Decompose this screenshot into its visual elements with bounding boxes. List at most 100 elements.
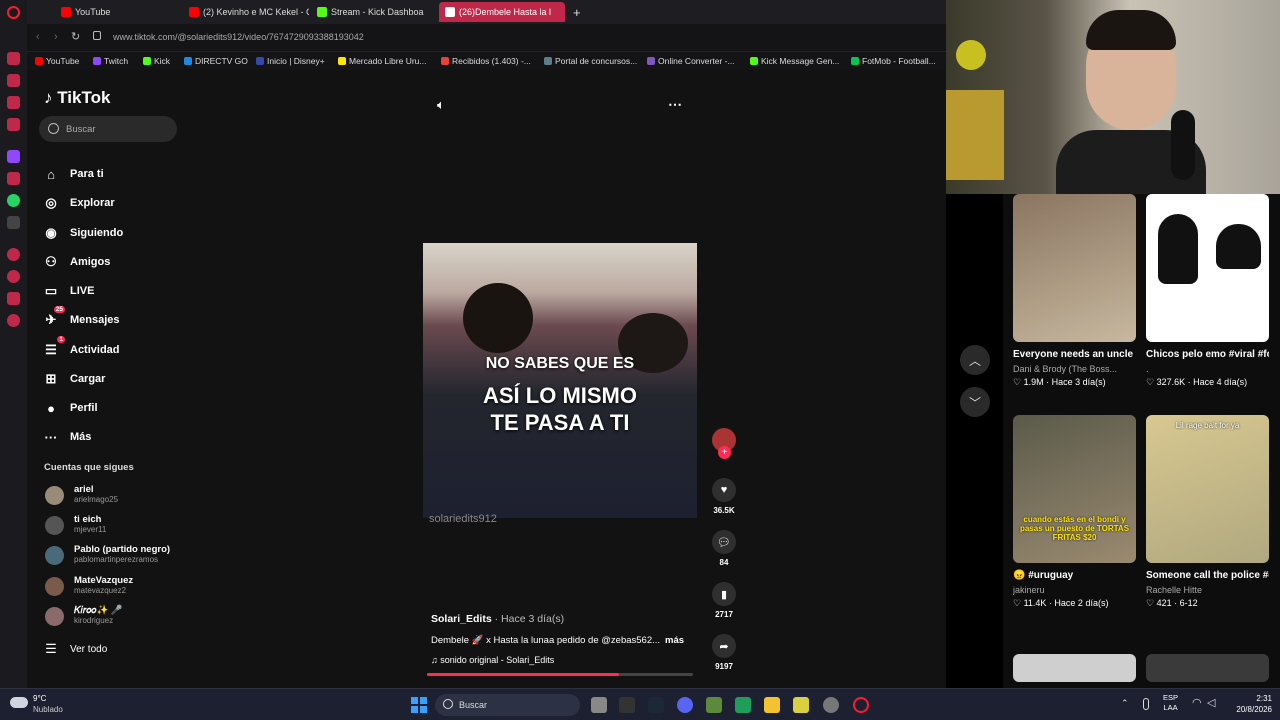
volume-icon[interactable]: ◁ <box>1207 696 1215 709</box>
more-options-icon[interactable]: ⋯ <box>668 96 682 113</box>
comment-button[interactable]: 💬︎ 84 <box>710 530 738 567</box>
bookmark-item[interactable]: FotMob - Football... <box>851 56 936 66</box>
history-icon[interactable] <box>7 270 20 283</box>
settings-icon[interactable] <box>823 697 839 713</box>
twitch-icon[interactable] <box>7 150 20 163</box>
task-view-icon[interactable] <box>591 697 607 713</box>
new-tab-button[interactable]: + <box>567 2 583 22</box>
bookmark-item[interactable]: Kick <box>143 56 170 66</box>
notification-badge: 1 <box>57 336 65 343</box>
clock[interactable]: 2:31 20/8/2026 <box>1228 693 1272 715</box>
bookmark-item[interactable]: Kick Message Gen... <box>750 56 839 66</box>
forward-icon[interactable]: › <box>54 31 58 43</box>
nav-item-activity[interactable]: ☰ 1 Actividad <box>43 336 120 361</box>
nav-item-following[interactable]: ◉ Siguiendo <box>43 222 123 244</box>
minecraft-icon[interactable] <box>706 697 722 713</box>
next-video-button[interactable]: ﹀ <box>960 387 990 417</box>
app-icon[interactable] <box>793 697 809 713</box>
poster <box>946 90 1004 180</box>
video-player[interactable]: NO SABES QUE ES ASÍ LO MISMO TE PASA A T… <box>423 243 697 518</box>
tab-kevinho[interactable]: (2) Kevinho e MC Kekel - C <box>183 2 309 22</box>
see-all-link[interactable]: ☰ Ver todo <box>43 638 107 660</box>
discord-icon[interactable] <box>677 697 693 713</box>
follow-plus-icon[interactable]: + <box>718 446 731 459</box>
cloud-icon <box>10 697 28 708</box>
whatsapp-icon[interactable] <box>7 194 20 207</box>
nav-item-profile[interactable]: ● Perfil <box>43 397 97 419</box>
video-thumbnail: Lil rage bait for ya <box>1146 415 1269 563</box>
youtube-icon <box>189 7 199 17</box>
bookmark-item[interactable]: DIRECTV GO <box>184 56 248 66</box>
file-explorer-icon[interactable] <box>764 697 780 713</box>
opera-gx-icon[interactable] <box>853 697 869 713</box>
nav-item-messages[interactable]: ✈ 25 Mensajes <box>43 306 120 331</box>
player-figure <box>463 283 533 353</box>
settings-icon[interactable] <box>7 314 20 327</box>
microphone-icon[interactable] <box>1143 698 1149 710</box>
chevron-up-icon[interactable]: ⌃ <box>1121 698 1129 709</box>
nav-item-friends[interactable]: ⚇ Amigos <box>43 251 110 273</box>
sidebar-app-icon[interactable] <box>7 118 20 131</box>
like-button[interactable]: ♥ 36.5K <box>710 478 738 515</box>
tab-tiktok[interactable]: (26)Dembele Hasta la l <box>439 2 565 22</box>
bookmark-item[interactable]: Online Converter -... <box>647 56 735 66</box>
language-indicator[interactable]: ESP LAA <box>1163 693 1178 713</box>
bookmark-item[interactable]: Inicio | Disney+ <box>256 56 325 66</box>
video-author[interactable]: Solari_Edits · Hace 3 día(s) <box>431 613 564 625</box>
following-title: Cuentas que sigues <box>44 462 134 473</box>
sidebar-app-icon[interactable] <box>7 52 20 65</box>
nav-item-home[interactable]: ⌂ Para ti <box>43 163 104 185</box>
x-icon[interactable] <box>7 216 20 229</box>
youtube-icon <box>35 57 43 65</box>
bookmark-item[interactable]: YouTube <box>35 56 79 66</box>
bookmark-item[interactable]: Portal de concursos... <box>544 56 637 66</box>
weather-temp[interactable]: 9°C <box>33 694 46 703</box>
messages-icon: ✈ 25 <box>45 306 65 327</box>
nav-item-more[interactable]: ··· Más <box>43 426 92 448</box>
video-thumbnail[interactable] <box>1146 654 1269 682</box>
sidebar-app-icon[interactable] <box>7 74 20 87</box>
volume-icon[interactable]: 🔈︎ <box>437 97 445 113</box>
wifi-icon[interactable]: ◠ <box>1192 696 1202 709</box>
sidebar-app-icon[interactable] <box>7 96 20 109</box>
sidebar-app-icon[interactable] <box>7 292 20 305</box>
bookmark-item[interactable]: Mercado Libre Uru... <box>338 56 426 66</box>
sidebar-app-icon[interactable] <box>7 248 20 261</box>
share-button[interactable]: ➦ 9197 <box>710 634 738 671</box>
previous-video-button[interactable]: ︿ <box>960 345 990 375</box>
xbox-icon[interactable] <box>735 697 751 713</box>
video-card[interactable]: cuando estás en el bondi y pasas un pues… <box>1013 415 1136 609</box>
back-icon[interactable]: ‹ <box>36 31 40 43</box>
video-thumbnail[interactable] <box>1013 654 1136 682</box>
video-card[interactable]: Lil rage bait for ya Someone call the po… <box>1146 415 1269 609</box>
video-progress-bar[interactable] <box>427 673 693 676</box>
windows-start-icon[interactable] <box>411 697 427 713</box>
video-watermark: solariedits912 <box>429 513 497 525</box>
steam-icon[interactable] <box>648 697 664 713</box>
tab-youtube[interactable]: YouTube <box>55 2 181 22</box>
video-card[interactable]: Everyone needs an uncle Joe! #family Dan… <box>1013 194 1136 388</box>
author-avatar[interactable]: + <box>710 428 738 459</box>
tiktok-logo[interactable]: ♪ TikTok <box>44 88 110 108</box>
url-field[interactable]: www.tiktok.com/@solariedits912/video/767… <box>113 32 364 42</box>
more-link[interactable]: más <box>665 635 684 646</box>
bookmark-item[interactable]: Twitch <box>93 56 128 66</box>
nav-item-live[interactable]: ▭ LIVE <box>43 280 95 302</box>
video-sound[interactable]: ♫ sonido original - Solari_Edits <box>431 655 554 665</box>
sidebar-app-icon[interactable] <box>7 172 20 185</box>
nav-item-upload[interactable]: ⊞ Cargar <box>43 368 106 390</box>
opera-logo-icon[interactable] <box>7 6 20 19</box>
tab-kick[interactable]: Stream - Kick Dashboa <box>311 2 437 22</box>
nav-item-compass[interactable]: ◎ Explorar <box>43 192 114 214</box>
video-caption-line: TE PASA A TI <box>490 410 630 435</box>
bookmark-item[interactable]: Recibidos (1.403) -... <box>441 56 531 66</box>
video-card[interactable]: Chicos pelo emo #viral #foryou #anime...… <box>1146 194 1269 388</box>
epic-games-icon[interactable] <box>619 697 635 713</box>
kick-icon <box>317 7 327 17</box>
activity-icon: ☰ 1 <box>45 336 65 357</box>
save-button[interactable]: ▮ 2717 <box>710 582 738 619</box>
weather-desc[interactable]: Nublado <box>33 705 63 714</box>
search-input[interactable]: Buscar <box>39 116 177 142</box>
reload-icon[interactable]: ↻ <box>71 30 80 43</box>
taskbar-search[interactable]: Buscar <box>435 694 580 716</box>
